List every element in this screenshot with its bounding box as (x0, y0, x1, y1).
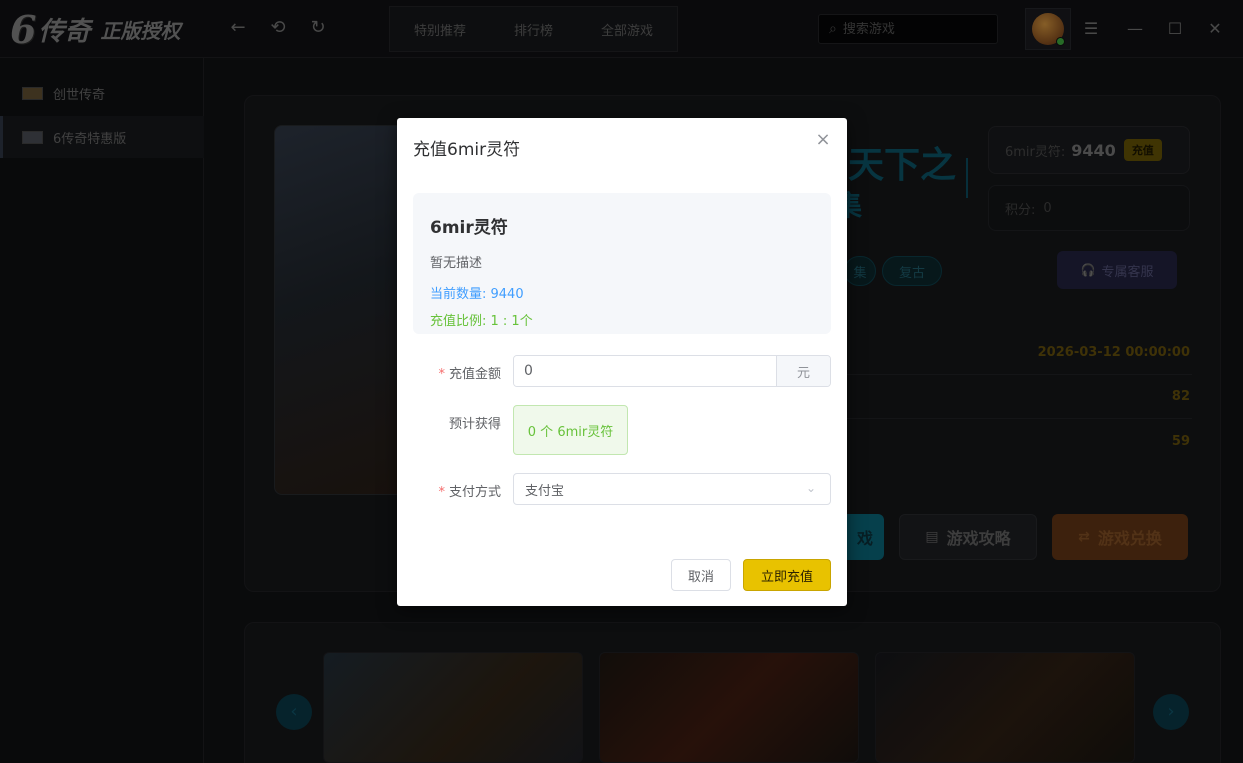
item-info-card: 6mir灵符 暂无描述 当前数量: 9440 充值比例: 1 : 1个 (413, 193, 831, 334)
close-icon[interactable]: × (813, 130, 833, 150)
recharge-dialog: 充值6mir灵符 × 6mir灵符 暂无描述 当前数量: 9440 充值比例: … (397, 118, 847, 606)
required-mark: * (438, 485, 445, 500)
required-mark: * (438, 367, 445, 382)
pay-method-value: 支付宝 (525, 483, 565, 499)
current-quantity: 当前数量: 9440 (430, 287, 524, 302)
cancel-button[interactable]: 取消 (671, 559, 731, 591)
amount-unit: 元 (776, 356, 830, 386)
pay-method-label: * 支付方式 (397, 481, 501, 500)
item-name: 6mir灵符 (430, 218, 508, 238)
amount-field: 元 (513, 355, 831, 387)
item-description: 暂无描述 (430, 256, 483, 271)
pay-method-label-text: 支付方式 (448, 485, 501, 500)
recharge-ratio: 充值比例: 1 : 1个 (430, 314, 533, 329)
pay-method-select[interactable]: 支付宝 ⌄ (513, 473, 831, 505)
amount-label-text: 充值金额 (448, 367, 501, 382)
amount-label: * 充值金额 (397, 363, 501, 382)
recharge-now-button[interactable]: 立即充值 (743, 559, 831, 591)
estimate-label: 预计获得 (448, 417, 501, 432)
chevron-down-icon: ⌄ (805, 481, 817, 495)
estimate-value: 0 个 6mir灵符 (513, 405, 628, 455)
dialog-title: 充值6mir灵符 (413, 140, 521, 160)
amount-input[interactable] (514, 356, 776, 386)
